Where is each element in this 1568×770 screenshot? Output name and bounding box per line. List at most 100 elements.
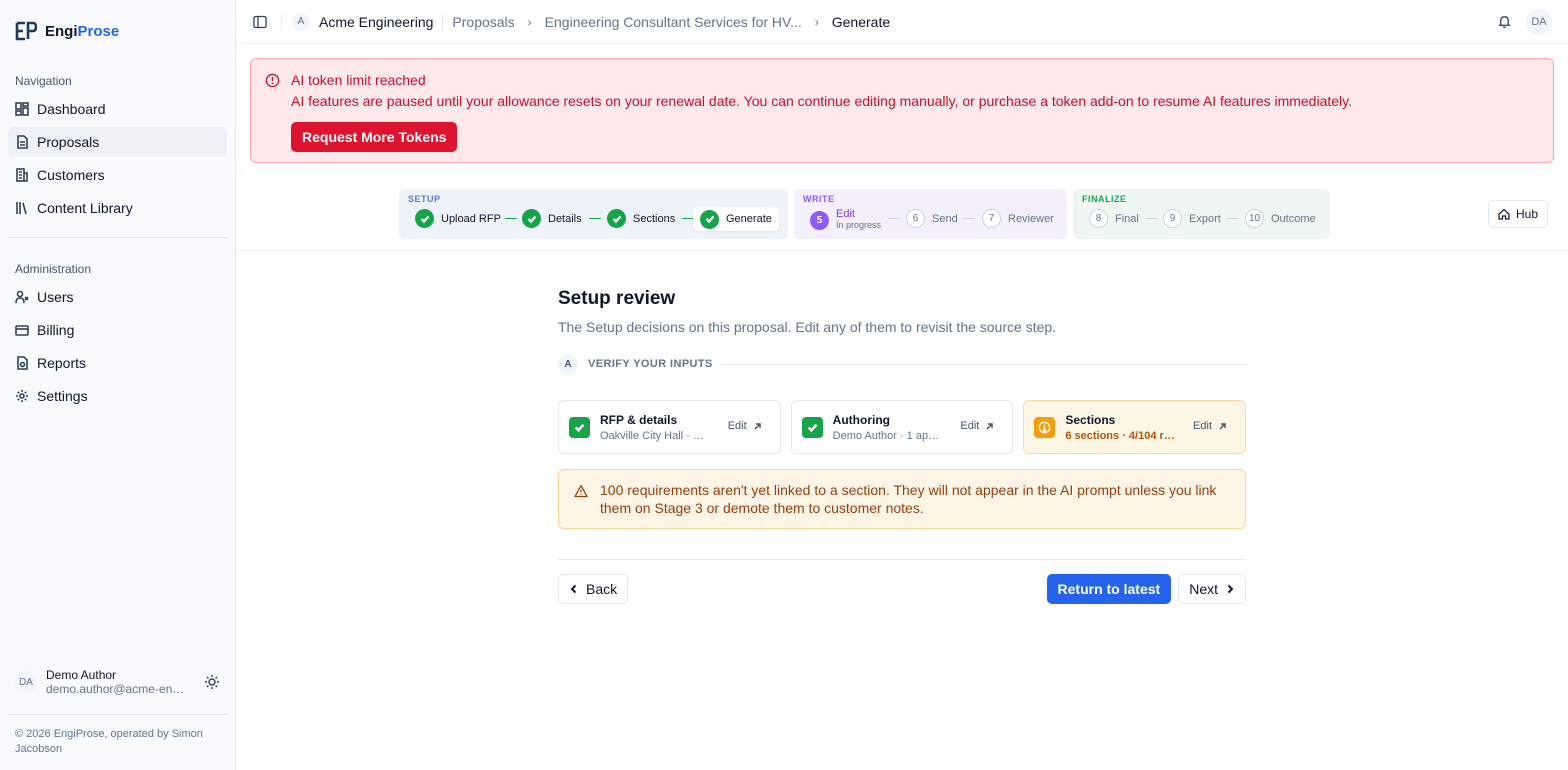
workflow-stepper: SETUP Upload RFP Details Sections Genera… (399, 189, 1330, 239)
page-title: Setup review (558, 288, 676, 309)
step-label: Details (548, 212, 582, 225)
token-limit-alert: AI token limit reached AI features are p… (250, 58, 1554, 163)
phase-setup: SETUP Upload RFP Details Sections Genera… (399, 189, 788, 239)
sidebar-item-billing[interactable]: Billing (8, 315, 227, 345)
step-connector (589, 218, 601, 219)
sidebar-item-label: Proposals (37, 134, 100, 150)
step-reviewer[interactable]: 7 Reviewer (982, 209, 1054, 228)
card-text: Sections 6 sections · 4/104 requirements (1065, 413, 1175, 442)
request-tokens-button[interactable]: Request More Tokens (291, 122, 458, 152)
copyright: © 2026 EngiProse, operated by Simon Jaco… (15, 728, 203, 755)
brand[interactable]: EngiProse (0, 0, 235, 44)
credit-card-icon (15, 325, 29, 336)
step-number: 9 (1163, 209, 1182, 228)
topbar: A Acme Engineering Proposals › Engineeri… (236, 0, 1568, 44)
warning-triangle-icon (574, 484, 588, 498)
step-label: Generate (726, 213, 772, 225)
org-avatar: A (292, 12, 310, 31)
check-icon (569, 416, 590, 438)
sidebar-item-label: Reports (37, 355, 87, 371)
edit-authoring-button[interactable]: Edit (960, 420, 994, 432)
avatar: DA (15, 671, 37, 693)
card-title: RFP & details (600, 412, 678, 427)
step-send[interactable]: 6 Send (906, 209, 958, 228)
main-area: A Acme Engineering Proposals › Engineeri… (236, 0, 1568, 770)
sidebar-item-reports[interactable]: Reports (8, 348, 227, 378)
sidebar-item-settings[interactable]: Settings (8, 381, 227, 411)
check-icon (700, 209, 719, 229)
edit-sections-button[interactable]: Edit (1193, 420, 1227, 432)
return-to-latest-button[interactable]: Return to latest (1046, 574, 1172, 604)
sidebar-item-label: Customers (37, 167, 105, 183)
check-icon (801, 416, 823, 438)
step-generate[interactable]: Generate (693, 207, 779, 231)
back-button[interactable]: Back (558, 574, 629, 604)
arrow-up-right-icon (754, 422, 761, 430)
sidebar-item-label: Content Library (37, 200, 133, 216)
building-icon (16, 168, 28, 182)
sidebar-item-content-library[interactable]: Content Library (8, 193, 227, 223)
step-label: Reviewer (1008, 212, 1054, 225)
step-label: Export (1189, 212, 1221, 225)
sidebar-divider (8, 237, 227, 238)
input-cards: RFP & details Oakville City Hall · Desig… (558, 400, 1247, 454)
chevron-right-icon (1227, 584, 1234, 594)
nav-heading: Navigation (15, 74, 72, 88)
next-button[interactable]: Next (1178, 574, 1246, 604)
dashboard-icon (15, 102, 29, 116)
sidebar-item-label: Dashboard (37, 101, 106, 117)
step-details[interactable]: Details (522, 209, 582, 228)
users-icon (15, 290, 29, 304)
step-final[interactable]: 8 Final (1089, 209, 1139, 228)
arrow-up-right-icon (986, 422, 994, 430)
theme-toggle-sun-icon[interactable] (204, 674, 220, 690)
breadcrumb-proposal[interactable]: Engineering Consultant Services for HV..… (545, 14, 802, 30)
topbar-right: DA (1497, 8, 1552, 35)
warning-text: 100 requirements aren't yet linked to a … (600, 482, 1217, 516)
breadcrumb: Proposals › Engineering Consultant Servi… (452, 14, 890, 30)
step-label: Upload RFP (441, 212, 501, 225)
step-sections[interactable]: Sections (607, 209, 675, 228)
bell-icon[interactable] (1497, 14, 1512, 29)
unlinked-requirements-warning: 100 requirements aren't yet linked to a … (558, 469, 1246, 529)
sidebar-toggle-icon[interactable] (253, 15, 267, 29)
step-label: Sections (633, 212, 676, 225)
card-title: Sections (1065, 412, 1116, 427)
brand-logo-icon (15, 21, 37, 41)
sidebar-item-proposals[interactable]: Proposals (8, 127, 227, 157)
arrow-up-right-icon (1219, 422, 1226, 430)
edit-label: Edit (1193, 420, 1213, 432)
footer-divider (8, 714, 227, 715)
library-icon (16, 202, 27, 215)
user-name: Demo Author (46, 668, 117, 682)
breadcrumb-proposals[interactable]: Proposals (452, 14, 514, 30)
step-outcome[interactable]: 10 Outcome (1245, 209, 1316, 228)
app-root: EngiProse Navigation Dashboard Proposals… (0, 0, 1568, 770)
gear-icon (16, 390, 28, 402)
org-switcher[interactable]: Acme Engineering (319, 14, 433, 30)
sidebar: EngiProse Navigation Dashboard Proposals… (0, 0, 236, 770)
sidebar-item-label: Users (37, 289, 74, 305)
card-sections: Sections 6 sections · 4/104 requirements… (1023, 400, 1247, 454)
sidebar-item-customers[interactable]: Customers (8, 160, 227, 190)
step-edit[interactable]: 5 Edit In progress (810, 209, 881, 231)
user-email: demo.author@acme-engineering.com (46, 682, 190, 696)
back-label: Back (586, 581, 618, 597)
check-icon (607, 209, 626, 228)
user-profile[interactable]: DA Demo Author demo.author@acme-engineer… (0, 668, 235, 696)
user-text: Demo Author demo.author@acme-engineering… (46, 668, 195, 696)
phase-finalize: FINALIZE 8 Final 9 Export 10 Outcome (1073, 189, 1330, 239)
divider (281, 13, 282, 30)
step-export[interactable]: 9 Export (1163, 209, 1221, 228)
admin-heading: Administration (15, 262, 92, 276)
sidebar-item-dashboard[interactable]: Dashboard (8, 94, 227, 124)
edit-label: Edit (727, 420, 747, 432)
step-upload-rfp[interactable]: Upload RFP (415, 209, 501, 228)
avatar[interactable]: DA (1526, 8, 1552, 35)
card-subtitle: Oakville City Hall · Design (600, 429, 710, 442)
check-icon (522, 209, 541, 228)
edit-rfp-button[interactable]: Edit (728, 420, 762, 432)
sidebar-item-users[interactable]: Users (8, 282, 227, 312)
hub-button[interactable]: Hub (1488, 200, 1549, 228)
alert-body: AI features are paused until your allowa… (291, 93, 1352, 109)
